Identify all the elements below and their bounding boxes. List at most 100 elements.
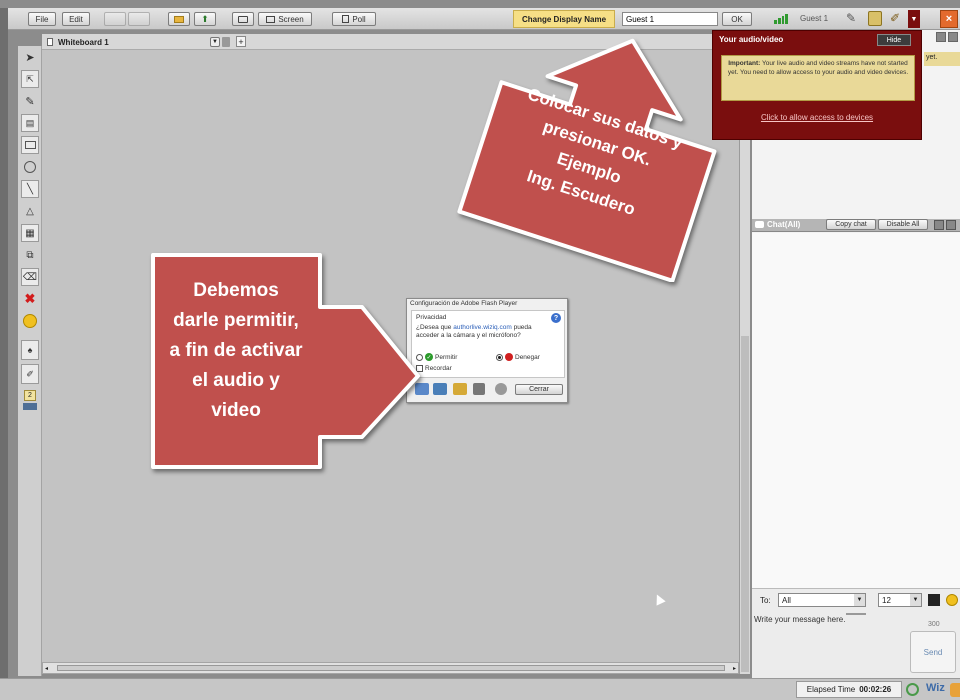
elapsed-time-label: Elapsed Time — [806, 685, 856, 694]
ok-button[interactable]: OK — [722, 12, 752, 26]
triangle-tool[interactable]: △ — [21, 202, 39, 220]
add-tab-button[interactable]: + — [236, 36, 246, 47]
chevron-down-icon: ▼ — [854, 594, 865, 606]
hide-video-button[interactable]: Hide — [877, 34, 911, 46]
recipient-value: All — [782, 596, 791, 605]
message-input[interactable]: Write your message here. — [754, 615, 904, 661]
page-number[interactable]: 2 — [24, 390, 36, 401]
recipient-select[interactable]: All ▼ — [778, 593, 866, 607]
capture-button[interactable] — [232, 12, 254, 26]
callout-left-line-2: darle permitir, — [173, 310, 299, 331]
av-warning-box: Important: Your live audio and video str… — [721, 55, 915, 101]
question-suffix: pueda — [513, 324, 532, 331]
copy-chat-button[interactable]: Copy chat — [826, 219, 876, 230]
site-link[interactable]: authorlive.wiziq.com — [453, 324, 512, 331]
dropdown-toggle-button[interactable]: ▼ — [908, 10, 920, 28]
triangle-icon: △ — [26, 205, 34, 217]
brand-mark-icon — [950, 683, 960, 697]
rectangle-icon — [24, 141, 36, 149]
close-button[interactable]: × — [940, 10, 958, 28]
panel-popout-button[interactable] — [948, 32, 958, 42]
chat-title: Chat(All) — [767, 220, 801, 229]
file-menu-button[interactable]: File — [28, 12, 56, 26]
select-tool[interactable]: ⇱ — [21, 70, 39, 88]
upload-icon: ⬆ — [201, 13, 209, 24]
signal-icon — [774, 14, 788, 24]
eraser-tool[interactable]: ⌫ — [21, 268, 39, 286]
elapsed-time-value: 00:02:26 — [859, 685, 892, 694]
flash-tab-storage[interactable] — [433, 383, 447, 395]
screen-share-button[interactable]: Screen — [258, 12, 312, 26]
callout-left-line-4: el audio y — [192, 370, 280, 391]
presenter-icon[interactable] — [868, 11, 882, 26]
disable-all-button[interactable]: Disable All — [878, 219, 928, 230]
vertical-scrollbar[interactable] — [739, 50, 750, 674]
change-display-name-label: Change Display Name — [513, 10, 615, 28]
allow-devices-link[interactable]: Click to allow access to devices — [713, 113, 921, 122]
delete-tool[interactable]: ✖ — [21, 290, 39, 308]
edit-settings-icon[interactable]: ✐ — [890, 11, 900, 25]
display-name-input[interactable] — [622, 12, 718, 26]
scroll-right-arrow[interactable]: ▸ — [733, 665, 736, 672]
upload-button[interactable]: ⬆ — [194, 12, 216, 26]
edit-menu-button[interactable]: Edit — [62, 12, 90, 26]
pen-tool[interactable]: ✎ — [21, 92, 39, 110]
fill-color-tool[interactable]: ♠ — [21, 340, 39, 360]
open-folder-button[interactable] — [168, 12, 190, 26]
camera-icon — [238, 15, 248, 23]
text-color-swatch[interactable] — [928, 594, 940, 606]
scroll-left-arrow[interactable]: ◂ — [45, 665, 48, 672]
horizontal-scrollbar[interactable]: ◂ ▸ — [42, 662, 739, 674]
monitor-icon — [266, 15, 276, 23]
font-size-select[interactable]: 12 ▼ — [878, 593, 922, 607]
redo-button[interactable] — [128, 12, 150, 26]
flash-tab-webcam[interactable] — [495, 383, 507, 395]
vertical-scroll-thumb[interactable] — [741, 336, 749, 672]
screen-share-label: Screen — [278, 14, 304, 24]
brush-icon: ✐ — [26, 368, 34, 379]
pencil-icon[interactable]: ✎ — [846, 11, 856, 25]
ellipse-tool[interactable] — [21, 158, 39, 176]
flash-tab-camera[interactable] — [453, 383, 467, 395]
refresh-icon[interactable] — [906, 683, 919, 696]
page-nav-icon[interactable] — [23, 403, 37, 410]
rectangle-tool[interactable] — [21, 136, 39, 154]
send-button[interactable]: Send — [910, 631, 956, 673]
emoticon-tool[interactable] — [21, 312, 39, 330]
horizontal-scroll-thumb[interactable] — [57, 665, 725, 671]
drawing-toolbar: ➤ ⇱ ✎ ▤ ╲ △ ▦ ⧉ ⌫ ✖ ♠ ✐ 2 — [18, 46, 42, 676]
table-tool[interactable]: ▦ — [21, 224, 39, 242]
flash-close-button[interactable]: Cerrar — [515, 384, 563, 395]
tab-close-icon[interactable] — [222, 37, 230, 47]
tab-whiteboard-1[interactable]: Whiteboard 1 ▼ — [44, 35, 234, 49]
help-icon[interactable]: ? — [551, 313, 561, 323]
undo-button[interactable] — [104, 12, 126, 26]
line-color-tool[interactable]: ✐ — [21, 364, 39, 384]
chat-minimize-button[interactable] — [934, 220, 944, 230]
poll-button[interactable]: Poll — [332, 12, 376, 26]
flash-privacy-panel: Privacidad ? ¿Desea que authorlive.wiziq… — [411, 310, 565, 378]
pointer-tool[interactable]: ➤ — [21, 48, 39, 66]
audio-video-panel: Your audio/video Hide Important: Your li… — [712, 30, 922, 140]
callout-left-line-3: a fin de activar — [169, 340, 303, 361]
line-tool[interactable]: ╲ — [21, 180, 39, 198]
emoticon-picker-icon[interactable] — [946, 594, 958, 606]
text-tool[interactable]: ▤ — [21, 114, 39, 132]
grid-icon: ▦ — [25, 227, 35, 239]
stamp-tool[interactable]: ⧉ — [21, 246, 39, 264]
radio-checked-icon — [496, 353, 503, 361]
flash-tab-microphone[interactable] — [473, 383, 485, 395]
char-count: 300 — [928, 621, 940, 628]
tab-menu-icon[interactable]: ▼ — [210, 37, 220, 47]
deny-radio[interactable]: Denegar — [496, 353, 540, 361]
paint-bucket-icon: ♠ — [27, 345, 33, 355]
text-box-icon: ▤ — [25, 117, 35, 128]
delete-icon: ✖ — [24, 291, 36, 306]
document-icon — [47, 38, 53, 46]
deny-icon — [505, 353, 513, 361]
chat-popout-button[interactable] — [946, 220, 956, 230]
caret-down-icon: ▼ — [910, 15, 918, 23]
callout-left-line-5: video — [211, 400, 261, 421]
video-partial-text: yet. — [924, 52, 960, 66]
panel-minimize-button[interactable] — [936, 32, 946, 42]
